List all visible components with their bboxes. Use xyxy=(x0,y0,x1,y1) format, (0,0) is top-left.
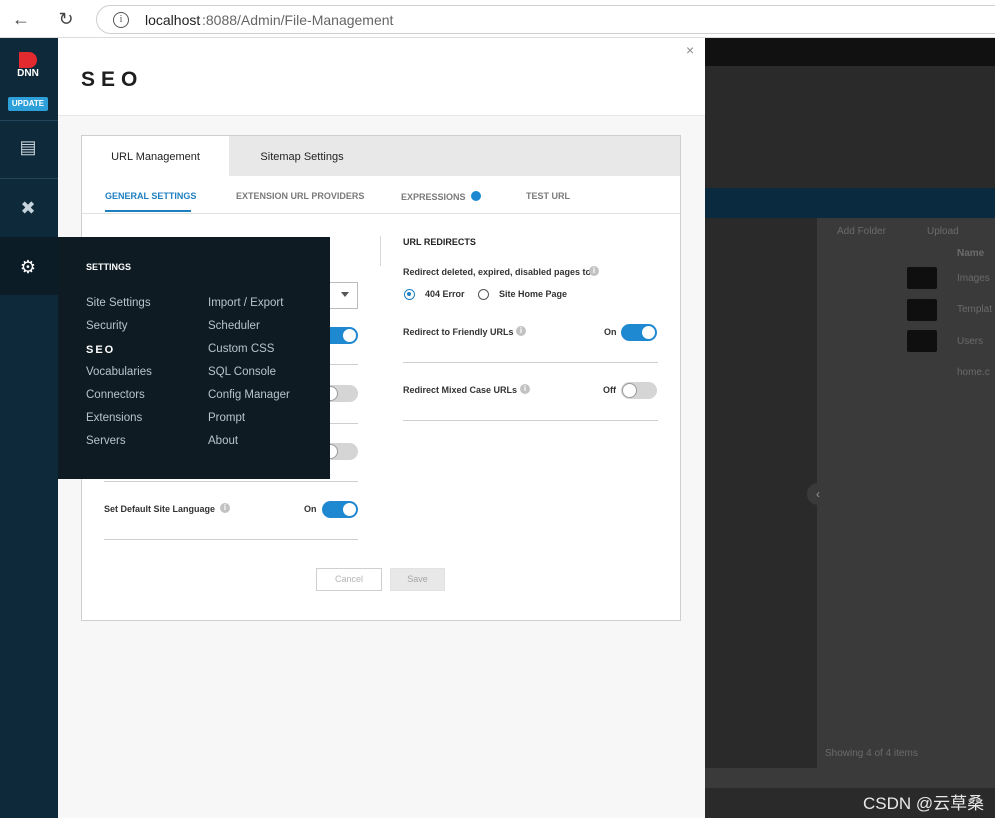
radio-404-label[interactable]: 404 Error xyxy=(425,289,465,299)
subtab-general-settings[interactable]: GENERAL SETTINGS xyxy=(105,191,196,201)
menu-item-import-export[interactable]: Import / Export xyxy=(208,297,283,309)
bg-bottom-bar xyxy=(705,768,995,788)
menu-item-sql-console[interactable]: SQL Console xyxy=(208,366,276,378)
set-default-language-toggle[interactable] xyxy=(322,501,358,518)
persona-bar: DNN UPDATE ▤ ✖ ⚙ xyxy=(0,38,58,818)
close-icon[interactable]: × xyxy=(686,42,694,58)
bg-row: Users xyxy=(957,336,984,347)
menu-item-security[interactable]: Security xyxy=(86,320,128,332)
back-icon[interactable]: ← xyxy=(8,7,34,31)
menu-item-extensions[interactable]: Extensions xyxy=(86,412,142,424)
friendly-urls-state: On xyxy=(604,327,617,337)
subtab-test-url[interactable]: TEST URL xyxy=(526,191,570,201)
friendly-urls-label: Redirect to Friendly URLs xyxy=(403,327,514,337)
rail-divider xyxy=(0,120,58,121)
panel-header: SEO × xyxy=(58,38,705,116)
row-divider xyxy=(104,481,358,482)
bg-row: home.c xyxy=(957,367,990,378)
settings-flyout: SETTINGS Site Settings Security SEO Voca… xyxy=(58,237,330,479)
chevron-down-icon xyxy=(341,292,349,297)
menu-item-prompt[interactable]: Prompt xyxy=(208,412,245,424)
subtab-expressions[interactable]: EXPRESSIONS xyxy=(401,191,481,202)
menu-item-custom-css[interactable]: Custom CSS xyxy=(208,343,274,355)
main-tabs: URL Management Sitemap Settings xyxy=(82,136,680,176)
radio-404[interactable] xyxy=(404,289,415,300)
tab-sitemap-settings[interactable]: Sitemap Settings xyxy=(229,136,375,176)
tools-icon[interactable]: ✖ xyxy=(16,196,40,220)
reload-icon[interactable]: ↻ xyxy=(53,7,79,31)
mixed-case-toggle[interactable] xyxy=(621,382,657,399)
toggle-knob xyxy=(622,383,637,398)
info-icon[interactable]: i xyxy=(516,326,526,336)
save-button[interactable]: Save xyxy=(390,568,445,591)
menu-item-seo[interactable]: SEO xyxy=(86,344,115,356)
toggle-knob xyxy=(641,325,656,340)
site-info-icon[interactable]: i xyxy=(113,12,129,28)
update-badge[interactable]: UPDATE xyxy=(8,97,48,111)
active-subtab-indicator xyxy=(105,210,191,212)
collapse-chevron-icon: ‹ xyxy=(807,483,829,505)
row-divider xyxy=(403,362,658,363)
content-icon[interactable]: ▤ xyxy=(16,135,40,159)
tab-url-management[interactable]: URL Management xyxy=(82,136,229,176)
toggle-knob xyxy=(342,328,357,343)
bg-header-bar xyxy=(705,188,995,218)
info-icon[interactable]: i xyxy=(220,503,230,513)
info-icon[interactable]: i xyxy=(589,266,599,276)
menu-item-site-settings[interactable]: Site Settings xyxy=(86,297,151,309)
menu-item-config-manager[interactable]: Config Manager xyxy=(208,389,290,401)
bg-add-folder: Add Folder xyxy=(837,226,886,237)
browser-toolbar: ← ↻ i localhost :8088/Admin/File-Managem… xyxy=(0,0,995,38)
address-bar[interactable]: i localhost :8088/Admin/File-Management xyxy=(96,5,995,34)
logo-text: DNN xyxy=(17,68,39,79)
dnn-logo[interactable]: DNN xyxy=(14,52,42,82)
redirect-deleted-label: Redirect deleted, expired, disabled page… xyxy=(403,267,592,277)
row-divider xyxy=(403,420,658,421)
bg-row: Templat xyxy=(957,304,993,315)
menu-item-about[interactable]: About xyxy=(208,435,238,447)
toggle-knob xyxy=(342,502,357,517)
radio-home[interactable] xyxy=(478,289,489,300)
subtab-extension-url-providers[interactable]: EXTENSION URL PROVIDERS xyxy=(236,191,364,201)
menu-item-scheduler[interactable]: Scheduler xyxy=(208,320,260,332)
mixed-case-label: Redirect Mixed Case URLs xyxy=(403,385,518,395)
subtab-expressions-label: EXPRESSIONS xyxy=(401,192,466,202)
bg-file-list: Add Folder Upload Name Images Templat Us… xyxy=(817,218,995,768)
menu-item-vocabularies[interactable]: Vocabularies xyxy=(86,366,152,378)
logo-mark xyxy=(19,52,37,68)
folder-icon xyxy=(907,330,937,352)
rail-divider xyxy=(0,178,58,179)
mixed-case-state: Off xyxy=(603,385,616,395)
radio-home-label[interactable]: Site Home Page xyxy=(499,289,567,299)
url-redirects-title: URL REDIRECTS xyxy=(403,237,476,247)
page-title: SEO xyxy=(81,68,144,91)
menu-item-servers[interactable]: Servers xyxy=(86,435,126,447)
gear-icon[interactable]: ⚙ xyxy=(16,255,40,279)
background-file-manager: Add Folder Upload Name Images Templat Us… xyxy=(705,38,995,818)
folder-icon xyxy=(907,267,937,289)
bg-upload: Upload xyxy=(927,226,959,237)
bg-footer: Showing 4 of 4 items xyxy=(825,748,918,759)
cancel-button[interactable]: Cancel xyxy=(316,568,382,591)
url-host: localhost xyxy=(145,12,201,28)
friendly-urls-toggle[interactable] xyxy=(621,324,657,341)
info-icon[interactable]: i xyxy=(520,384,530,394)
set-default-language-state: On xyxy=(304,504,317,514)
set-default-language-label: Set Default Site Language xyxy=(104,504,216,514)
bg-col-name: Name xyxy=(957,248,985,259)
menu-item-connectors[interactable]: Connectors xyxy=(86,389,145,401)
bg-topbar xyxy=(705,38,995,66)
globe-icon xyxy=(470,191,481,201)
watermark: CSDN @云草桑 xyxy=(863,794,985,813)
folder-icon xyxy=(907,299,937,321)
bg-row: Images xyxy=(957,273,990,284)
subtab-divider xyxy=(82,213,680,214)
url-path: :8088/Admin/File-Management xyxy=(202,12,394,28)
flyout-title: SETTINGS xyxy=(86,262,132,272)
row-divider xyxy=(104,539,358,540)
column-divider xyxy=(380,236,381,266)
